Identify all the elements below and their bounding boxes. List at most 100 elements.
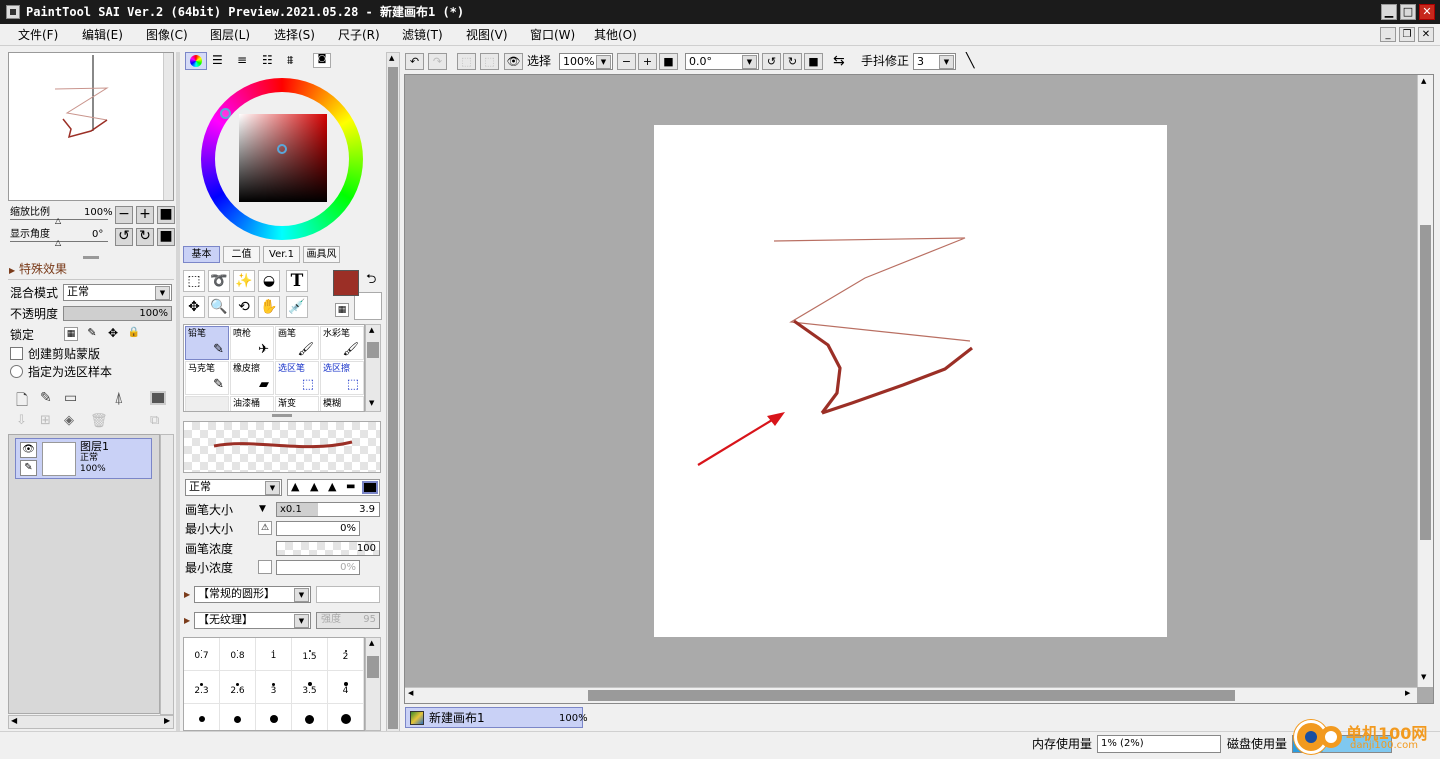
scroll-down-icon[interactable]: ▼: [1421, 673, 1426, 681]
menu-file[interactable]: 文件(F): [18, 27, 58, 43]
zoom-in-icon[interactable]: +: [638, 53, 657, 70]
rotate-right-icon[interactable]: ↻: [783, 53, 802, 70]
size-preset[interactable]: [184, 704, 220, 731]
scroll-left-icon[interactable]: ◀: [11, 716, 17, 725]
flip-horizontal-icon[interactable]: ⇆: [833, 53, 845, 69]
brush-select-pen[interactable]: 选区笔⬚: [275, 361, 319, 395]
navigator-scrollbar[interactable]: [163, 53, 173, 200]
menu-filter[interactable]: 滤镜(T): [402, 27, 443, 43]
size-preset[interactable]: 4: [328, 671, 364, 704]
brush-bucket[interactable]: 油漆桶: [230, 396, 274, 412]
size-preset[interactable]: [256, 704, 292, 731]
secondary-color-swatch[interactable]: [354, 292, 382, 320]
minimize-button[interactable]: ▁: [1381, 4, 1397, 20]
redo-icon[interactable]: ↷: [428, 53, 447, 70]
brush-mode-select[interactable]: 正常▼: [185, 479, 282, 496]
brush-grid-scrollbar[interactable]: ▲ ▼: [365, 324, 381, 412]
delete-layer-icon[interactable]: 🗑: [90, 413, 108, 429]
tab-binary[interactable]: 二值: [223, 246, 260, 263]
zoom-select[interactable]: 100%▼: [559, 53, 613, 70]
navigator-preview[interactable]: [8, 52, 174, 201]
layer-mask-icon[interactable]: [150, 391, 166, 405]
move-icon[interactable]: ✥: [183, 296, 205, 318]
brush-watercolor[interactable]: 水彩笔🖌: [320, 326, 364, 360]
scratchpad-tab-icon[interactable]: ⩩: [287, 53, 293, 68]
edge-flat-icon[interactable]: ▬: [346, 481, 355, 492]
clear-layer-icon[interactable]: ◈: [64, 413, 74, 428]
color-wheel[interactable]: [197, 74, 367, 244]
size-preset[interactable]: 0.8: [220, 638, 256, 671]
zoom-slider-thumb[interactable]: △: [55, 216, 61, 225]
layer-effect-icon[interactable]: ⍋: [114, 388, 124, 408]
effects-header[interactable]: ▶ 特殊效果: [9, 262, 67, 278]
scroll-up-icon[interactable]: ▲: [369, 639, 374, 647]
deselect-icon[interactable]: ⬚: [457, 53, 476, 70]
apply-mask-icon[interactable]: ⧉: [150, 413, 159, 428]
canvas-tab[interactable]: 新建画布1 100%: [405, 707, 583, 728]
brush-shape-select[interactable]: 【常规的圆形】▼: [194, 586, 311, 603]
swap-colors-icon[interactable]: ⮌: [366, 270, 376, 292]
maximize-button[interactable]: □: [1400, 4, 1416, 20]
shape-strength-slider[interactable]: [316, 586, 380, 603]
tab-paint-style[interactable]: 画具风: [303, 246, 340, 263]
brush-marker[interactable]: 马克笔✎: [185, 361, 229, 395]
layer-list-hscrollbar[interactable]: ◀ ▶: [8, 715, 174, 729]
zoom-out-icon[interactable]: −: [617, 53, 636, 70]
panel-splitter-left[interactable]: [176, 52, 180, 732]
size-preset[interactable]: 0.7: [184, 638, 220, 671]
brush-blur[interactable]: 模糊: [320, 396, 364, 412]
transparent-color-icon[interactable]: ▦: [335, 303, 349, 317]
scroll-up-icon[interactable]: ▲: [369, 326, 374, 334]
size-grid-scrollbar[interactable]: ▲: [365, 637, 381, 731]
scroll-right-icon[interactable]: ▶: [164, 716, 170, 725]
menu-select[interactable]: 选择(S): [274, 27, 315, 43]
opacity-slider[interactable]: 100%: [63, 306, 172, 321]
scroll-thumb[interactable]: [367, 656, 379, 678]
menu-layer[interactable]: 图层(L): [210, 27, 250, 43]
size-preset[interactable]: [328, 704, 364, 731]
hand-icon[interactable]: ✋: [258, 296, 280, 318]
brush-select-eraser[interactable]: 选区擦⬚: [320, 361, 364, 395]
mdi-restore-button[interactable]: ❐: [1399, 27, 1415, 42]
angle-select[interactable]: 0.0°▼: [685, 53, 759, 70]
size-preset[interactable]: 1.5: [292, 638, 328, 671]
scroll-up-icon[interactable]: ▲: [1421, 77, 1426, 85]
select-source-radio[interactable]: [10, 365, 23, 378]
brush-empty-slot[interactable]: [185, 396, 229, 412]
menu-other[interactable]: 其他(O): [594, 27, 637, 43]
min-size-slider[interactable]: 0%: [276, 521, 360, 536]
invert-selection-icon[interactable]: ⬚: [480, 53, 499, 70]
size-preset[interactable]: [220, 704, 256, 731]
brush-airbrush[interactable]: 喷枪✈: [230, 326, 274, 360]
menu-window[interactable]: 窗口(W): [530, 27, 575, 43]
scroll-thumb[interactable]: [367, 342, 379, 358]
close-button[interactable]: ✕: [1419, 4, 1435, 20]
size-preset[interactable]: 3: [256, 671, 292, 704]
menu-ruler[interactable]: 尺子(R): [338, 27, 380, 43]
scroll-right-icon[interactable]: ▶: [1405, 689, 1410, 697]
tool-panel-scrollbar[interactable]: ▲: [386, 52, 400, 732]
transfer-down-icon[interactable]: ⇩: [16, 413, 27, 428]
canvas-vscrollbar[interactable]: ▲ ▼: [1417, 75, 1433, 687]
color-wheel-tab-icon[interactable]: [185, 52, 207, 70]
zoom-out-icon[interactable]: −: [115, 206, 133, 224]
scroll-thumb[interactable]: [1420, 225, 1431, 540]
texture-strength-slider[interactable]: 强度95: [316, 612, 380, 629]
shape-icon[interactable]: ◒: [258, 270, 280, 292]
scroll-left-icon[interactable]: ◀: [408, 689, 413, 697]
clip-checkbox[interactable]: [10, 347, 23, 360]
size-preset[interactable]: 1: [256, 638, 292, 671]
rotate-left-icon[interactable]: ↺: [115, 228, 133, 246]
zoom-reset-icon[interactable]: ■: [659, 53, 678, 70]
new-folder-icon[interactable]: ▭: [64, 390, 77, 406]
rotate-right-icon[interactable]: ↻: [136, 228, 154, 246]
expand-texture-icon[interactable]: ▶: [184, 614, 190, 628]
merge-down-icon[interactable]: ⊞: [40, 413, 51, 428]
pencil-icon[interactable]: ✎: [20, 460, 37, 476]
undo-icon[interactable]: ↶: [405, 53, 424, 70]
eyedropper-icon[interactable]: 💉: [286, 296, 308, 318]
size-preset[interactable]: [292, 704, 328, 731]
scroll-up-icon[interactable]: ▲: [389, 54, 394, 62]
rotate-left-icon[interactable]: ↺: [762, 53, 781, 70]
size-preset[interactable]: 2.6: [220, 671, 256, 704]
